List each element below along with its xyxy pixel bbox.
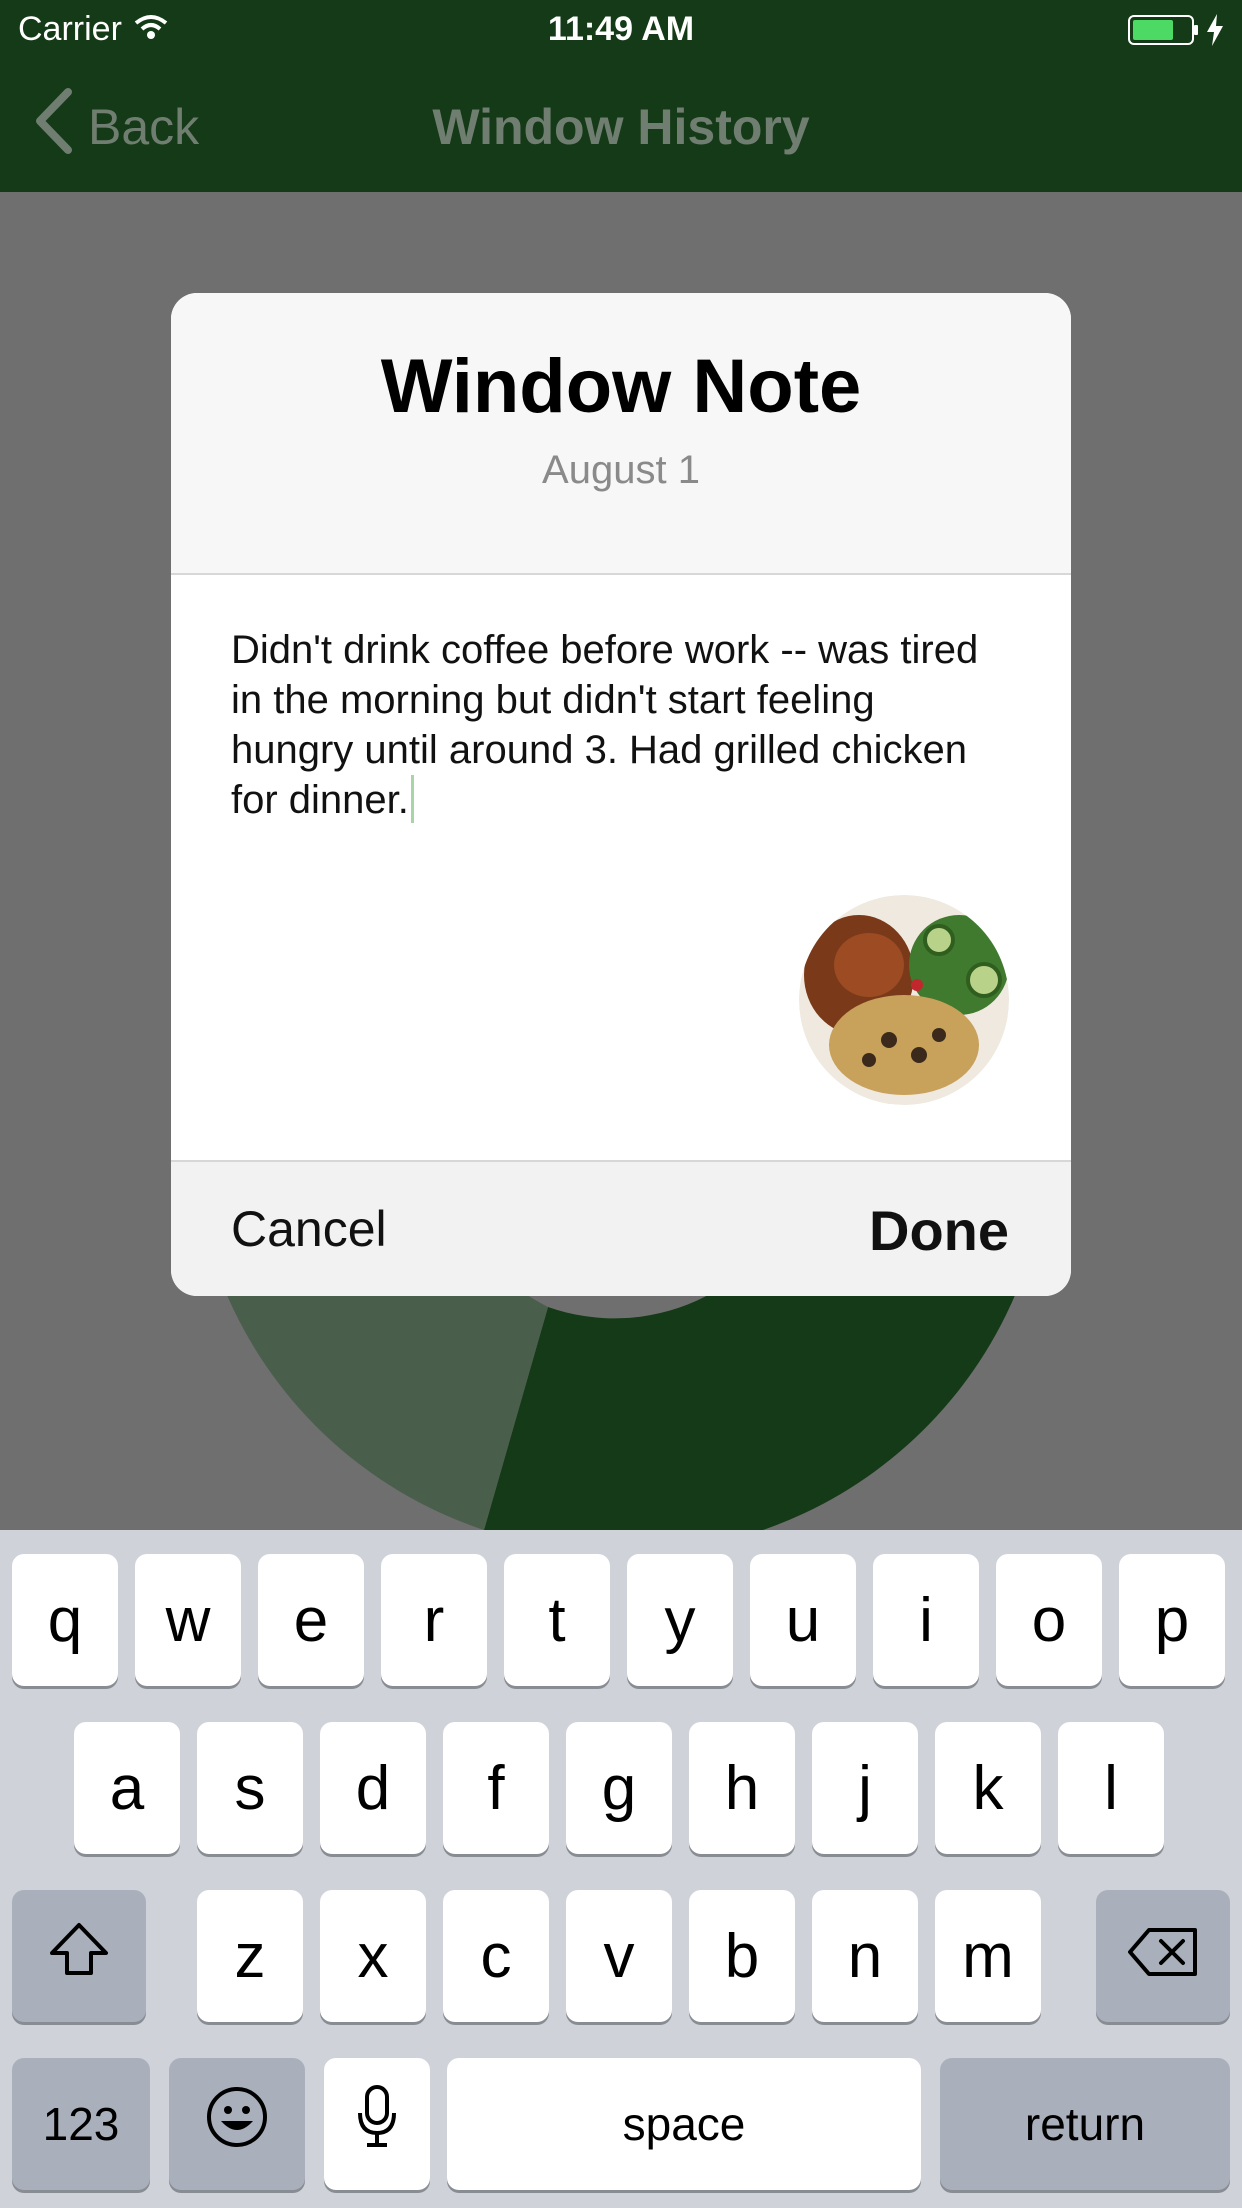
key-b[interactable]: b (689, 1890, 795, 2022)
note-text: Didn't drink coffee before work -- was t… (231, 628, 979, 822)
key-w[interactable]: w (135, 1554, 241, 1686)
charging-bolt-icon (1206, 14, 1224, 55)
key-m[interactable]: m (935, 1890, 1041, 2022)
shift-icon (48, 1921, 110, 1992)
key-l[interactable]: l (1058, 1722, 1164, 1854)
key-y[interactable]: y (627, 1554, 733, 1686)
text-cursor (410, 775, 414, 823)
battery-icon (1128, 14, 1200, 55)
key-n[interactable]: n (812, 1890, 918, 2022)
status-bar: Carrier 11:49 AM (0, 0, 1242, 62)
note-text-field[interactable]: Didn't drink coffee before work -- was t… (231, 625, 1001, 825)
shift-key[interactable] (12, 1890, 146, 2022)
key-g[interactable]: g (566, 1722, 672, 1854)
key-q[interactable]: q (12, 1554, 118, 1686)
key-a[interactable]: a (74, 1722, 180, 1854)
done-button[interactable]: Done (869, 1198, 1009, 1263)
microphone-key[interactable] (324, 2058, 430, 2190)
emoji-key[interactable] (169, 2058, 305, 2190)
key-e[interactable]: e (258, 1554, 364, 1686)
cancel-button[interactable]: Cancel (231, 1200, 387, 1258)
delete-key[interactable] (1096, 1890, 1230, 2022)
key-p[interactable]: p (1119, 1554, 1225, 1686)
microphone-icon (357, 2084, 397, 2164)
page-title: Window History (432, 99, 810, 155)
key-s[interactable]: s (197, 1722, 303, 1854)
window-note-dialog: Window Note August 1 Didn't drink coffee… (171, 293, 1071, 1296)
delete-icon (1127, 1921, 1199, 1992)
key-r[interactable]: r (381, 1554, 487, 1686)
key-t[interactable]: t (504, 1554, 610, 1686)
dialog-header: Window Note August 1 (171, 293, 1071, 575)
key-c[interactable]: c (443, 1890, 549, 2022)
food-photo[interactable] (799, 895, 1009, 1105)
dialog-title: Window Note (380, 344, 862, 429)
key-i[interactable]: i (873, 1554, 979, 1686)
key-v[interactable]: v (566, 1890, 672, 2022)
key-h[interactable]: h (689, 1722, 795, 1854)
dialog-date: August 1 (542, 448, 700, 492)
key-o[interactable]: o (996, 1554, 1102, 1686)
dialog-footer: Cancel Done (171, 1160, 1071, 1296)
status-time: 11:49 AM (547, 10, 695, 48)
numbers-key[interactable]: 123 (12, 2058, 150, 2190)
key-d[interactable]: d (320, 1722, 426, 1854)
key-j[interactable]: j (812, 1722, 918, 1854)
key-x[interactable]: x (320, 1890, 426, 2022)
navigation-bar: Back Window History (0, 62, 1242, 192)
key-z[interactable]: z (197, 1890, 303, 2022)
battery-indicator (1128, 14, 1224, 55)
emoji-icon (205, 2085, 269, 2164)
note-text-area[interactable]: Didn't drink coffee before work -- was t… (171, 575, 1071, 1165)
key-u[interactable]: u (750, 1554, 856, 1686)
keyboard: q w e r t y u i o p a s d f g h j k l z … (0, 1530, 1242, 2208)
key-f[interactable]: f (443, 1722, 549, 1854)
space-key[interactable]: space (447, 2058, 921, 2190)
key-k[interactable]: k (935, 1722, 1041, 1854)
return-key[interactable]: return (940, 2058, 1230, 2190)
